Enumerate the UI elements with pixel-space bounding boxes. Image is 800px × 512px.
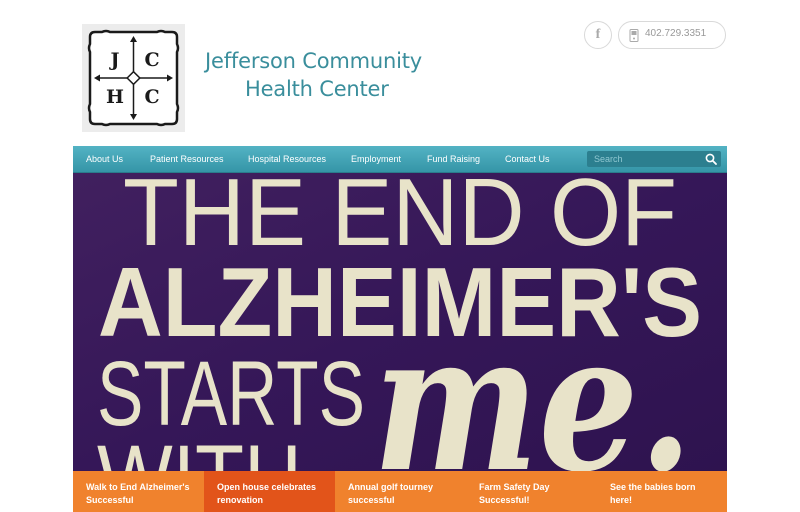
hero-line-4: WITH [97, 427, 302, 471]
slider-tab-line1: Walk to End Alzheimer's [86, 482, 190, 492]
hero-image[interactable]: THE END OF ALZHEIMER'S STARTS WITH me. [73, 173, 727, 471]
logo-letter-c2: C [144, 86, 159, 108]
search-box [587, 151, 721, 167]
nav-hospital-resources[interactable]: Hospital Resources [248, 146, 326, 172]
nav-employment[interactable]: Employment [351, 146, 401, 172]
slider-tab-line2: Successful! [479, 495, 530, 505]
logo-emblem: J C H C [87, 29, 180, 127]
slider-tab[interactable]: Walk to End Alzheimer's Successful [73, 471, 204, 512]
slider-tab[interactable]: Farm Safety Day Successful! [466, 471, 597, 512]
search-icon[interactable] [705, 153, 717, 165]
nav-about-us[interactable]: About Us [86, 146, 123, 172]
slider-tab-line1: Annual golf tourney [348, 482, 433, 492]
facebook-icon: f [595, 27, 601, 42]
logo-letter-h: H [106, 86, 124, 108]
main-nav: About Us Patient Resources Hospital Reso… [73, 146, 727, 173]
slider-tab[interactable]: Annual golf tourney successful [335, 471, 466, 512]
slider-tab-line1: Open house celebrates [217, 482, 317, 492]
phone-icon [629, 29, 639, 42]
slider-tabs: Walk to End Alzheimer's Successful Open … [73, 471, 727, 512]
logo[interactable]: J C H C [82, 24, 185, 132]
hero-shirt-graphic: THE END OF ALZHEIMER'S STARTS WITH me. [73, 173, 727, 471]
slider-tab-line2: successful [348, 495, 395, 505]
facebook-button[interactable]: f [584, 21, 612, 49]
slider-tab[interactable]: See the babies born here! [597, 471, 727, 512]
slider-tab-line1: Farm Safety Day [479, 482, 550, 492]
nav-contact-us[interactable]: Contact Us [505, 146, 550, 172]
slider-tab-active[interactable]: Open house celebrates renovation [204, 471, 335, 512]
slider-tab-line2: Successful [86, 495, 134, 505]
logo-letter-c1: C [144, 49, 159, 71]
site-title-line2: Health Center [245, 77, 389, 101]
phone-number: 402.729.3351 [645, 28, 707, 39]
slider-tab-line1: See the babies born [610, 482, 696, 492]
slider-tab-line2: here! [610, 495, 633, 505]
nav-patient-resources[interactable]: Patient Resources [150, 146, 224, 172]
slider-tab-line2: renovation [217, 495, 264, 505]
hero-script-word: me. [373, 291, 693, 471]
search-input[interactable] [587, 151, 702, 167]
nav-fund-raising[interactable]: Fund Raising [427, 146, 480, 172]
phone-contact[interactable]: 402.729.3351 [618, 21, 726, 49]
site-title-line1: Jefferson Community [205, 49, 422, 73]
site-title[interactable]: Jefferson Community Health Center [205, 47, 422, 103]
logo-letter-j: J [109, 49, 120, 71]
